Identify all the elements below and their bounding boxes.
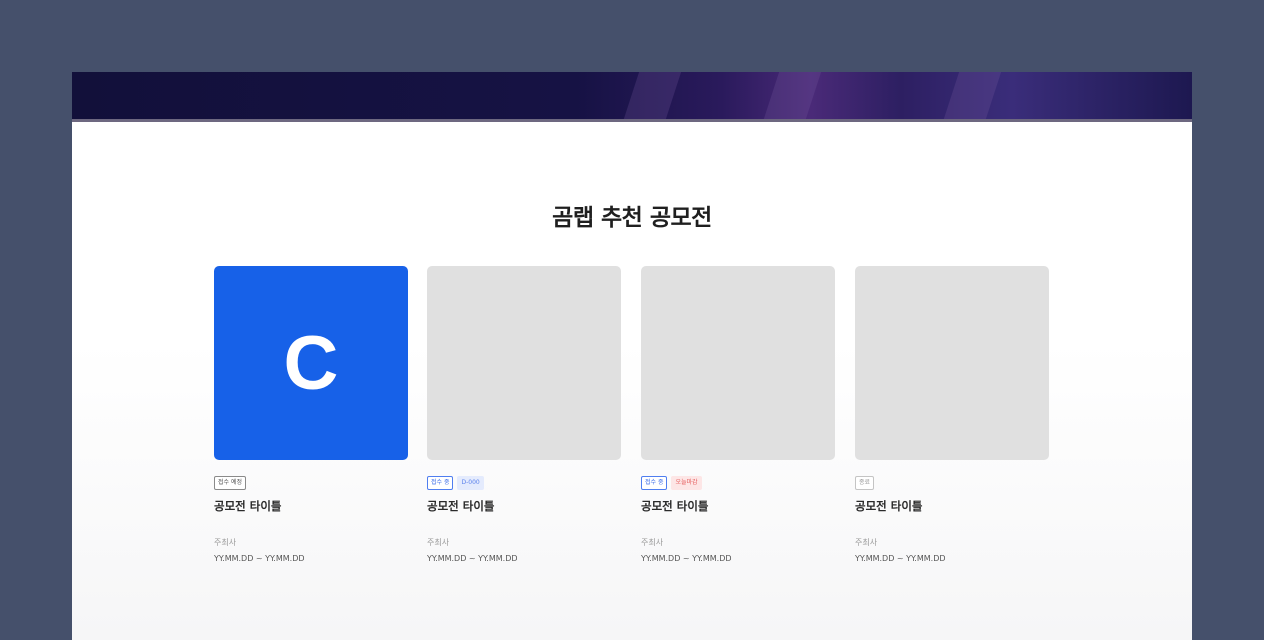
contest-title[interactable]: 공모전 타이틀 xyxy=(641,498,835,514)
status-badges: 접수 중 D-000 xyxy=(427,476,621,490)
banner-decoration xyxy=(619,72,685,119)
status-badge: 접수 중 xyxy=(641,476,668,490)
contest-date: YY.MM.DD ~ YY.MM.DD xyxy=(641,554,732,563)
contest-host: 주최사 xyxy=(214,538,237,547)
contest-host: 주최사 xyxy=(855,538,878,547)
contest-card[interactable]: 종료 공모전 타이틀 주최사 YY.MM.DD ~ YY.MM.DD xyxy=(855,266,1049,563)
deadline-badge: 오늘마감 xyxy=(671,476,702,490)
contest-card[interactable]: 접수 중 오늘마감 공모전 타이틀 주최사 YY.MM.DD ~ YY.MM.D… xyxy=(641,266,835,563)
banner-decoration xyxy=(759,72,825,119)
contest-card[interactable]: C 접수 예정 공모전 타이틀 주최사 YY.MM.DD ~ YY.MM.DD xyxy=(214,266,408,563)
contest-thumbnail[interactable]: C xyxy=(214,266,408,460)
contest-thumbnail[interactable] xyxy=(641,266,835,460)
contest-host: 주최사 xyxy=(427,538,450,547)
status-badges: 접수 중 오늘마감 xyxy=(641,476,835,490)
hero-banner xyxy=(72,72,1192,122)
banner-decoration xyxy=(939,72,1005,119)
contest-title[interactable]: 공모전 타이틀 xyxy=(427,498,621,514)
contest-host: 주최사 xyxy=(641,538,664,547)
page-frame: 곰랩 추천 공모전 C 접수 예정 공모전 타이틀 주최사 YY.MM.DD ~… xyxy=(72,72,1192,640)
contest-card[interactable]: 접수 중 D-000 공모전 타이틀 주최사 YY.MM.DD ~ YY.MM.… xyxy=(427,266,621,563)
status-badges: 종료 xyxy=(855,476,1049,490)
status-badges: 접수 예정 xyxy=(214,476,408,490)
brand-logo: C xyxy=(283,320,339,406)
status-badge: 접수 예정 xyxy=(214,476,246,490)
dday-badge: D-000 xyxy=(457,476,484,490)
contest-title[interactable]: 공모전 타이틀 xyxy=(214,498,408,514)
contest-date: YY.MM.DD ~ YY.MM.DD xyxy=(855,554,946,563)
contest-date: YY.MM.DD ~ YY.MM.DD xyxy=(427,554,518,563)
section-title: 곰랩 추천 공모전 xyxy=(552,205,712,231)
contest-thumbnail[interactable] xyxy=(427,266,621,460)
contest-date: YY.MM.DD ~ YY.MM.DD xyxy=(214,554,305,563)
contest-title[interactable]: 공모전 타이틀 xyxy=(855,498,1049,514)
status-badge: 접수 중 xyxy=(427,476,454,490)
contest-thumbnail[interactable] xyxy=(855,266,1049,460)
status-badge: 종료 xyxy=(855,476,875,490)
